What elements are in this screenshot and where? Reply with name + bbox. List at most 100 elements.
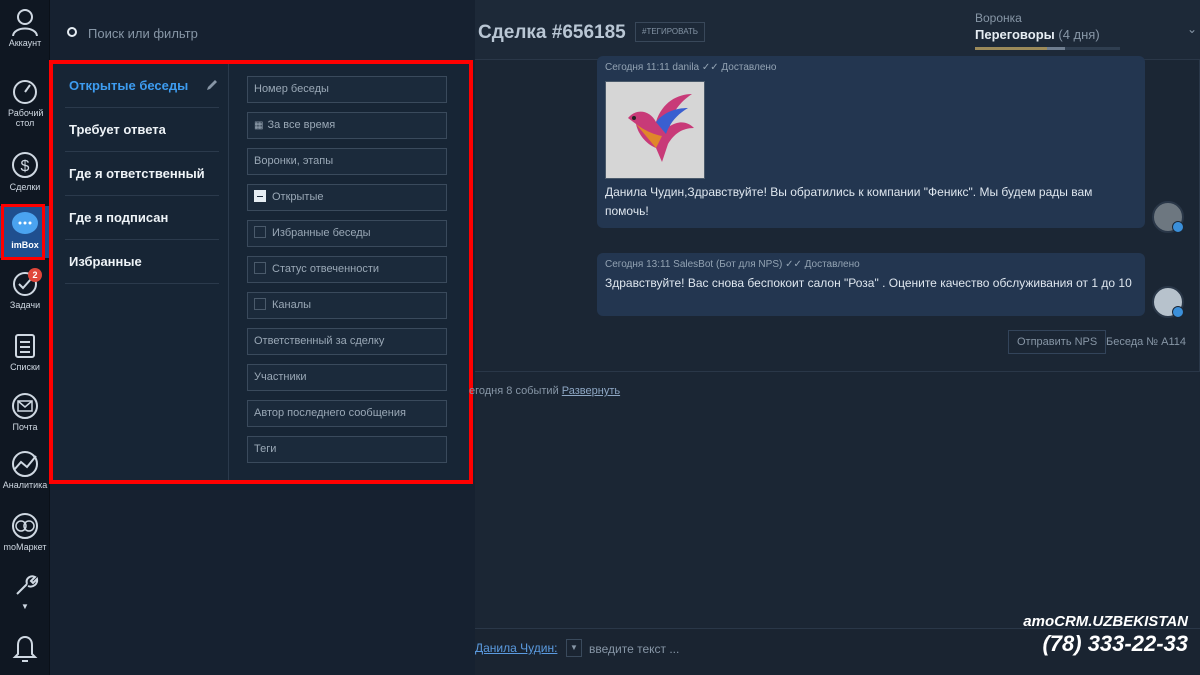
message-meta: Сегодня 13:11 SalesBot (Бот для NPS) ✓✓ … bbox=[605, 259, 860, 270]
telegram-icon bbox=[1172, 306, 1184, 318]
field-conversation-number[interactable]: Номер беседы bbox=[247, 76, 447, 103]
phoenix-bird-image[interactable] bbox=[605, 81, 705, 179]
svg-text:$: $ bbox=[21, 158, 30, 175]
tag-button[interactable]: #ТЕГИРОВАТЬ bbox=[635, 22, 706, 42]
deal-title: Сделка #656185 bbox=[478, 22, 626, 43]
dollar-icon: $ bbox=[12, 152, 38, 178]
nav-label-tasks: Задачи bbox=[9, 300, 41, 310]
nav-analytics[interactable]: Аналитика bbox=[0, 450, 50, 490]
brand-phone: (78) 333-22-33 bbox=[1042, 631, 1188, 656]
nav-mail[interactable]: Почта bbox=[0, 392, 50, 432]
stage-progress bbox=[975, 47, 1120, 50]
field-label: Участники bbox=[254, 371, 307, 383]
field-date-range[interactable]: ▦ За все время bbox=[247, 112, 447, 139]
funnel-days: (4 дня) bbox=[1058, 27, 1100, 42]
checkbox-channels[interactable] bbox=[254, 298, 266, 311]
nav-label-mail: Почта bbox=[12, 422, 38, 432]
field-open[interactable]: Открытые bbox=[247, 184, 447, 211]
nav-label-account: Аккаунт bbox=[8, 38, 42, 48]
preset-list: Открытые беседы Требует ответа Где я отв… bbox=[53, 64, 229, 480]
conversation-number: Беседа № А114 bbox=[1106, 336, 1187, 348]
field-label: Каналы bbox=[272, 299, 312, 311]
list-icon bbox=[15, 334, 35, 358]
field-channels[interactable]: Каналы bbox=[247, 292, 447, 319]
field-label: Избранные беседы bbox=[272, 227, 371, 239]
field-participants[interactable]: Участники bbox=[247, 364, 447, 391]
nav-label-dashboard: Рабочий стол bbox=[8, 108, 44, 128]
wrench-icon bbox=[16, 575, 39, 595]
deal-main: Сделка #656185 #ТЕГИРОВАТЬ Воронка Перег… bbox=[469, 0, 1200, 675]
nav-label-market: moМаркет bbox=[3, 542, 47, 552]
message-bubble: Сегодня 13:11 SalesBot (Бот для NPS) ✓✓ … bbox=[597, 253, 1145, 316]
left-nav: Аккаунт Рабочий стол $ Сделки imBox 2 За… bbox=[0, 0, 50, 675]
telegram-icon bbox=[1172, 221, 1184, 233]
checkbox-reply-status[interactable] bbox=[254, 262, 266, 275]
preset-label: Где я ответственный bbox=[69, 166, 205, 181]
field-last-author[interactable]: Автор последнего сообщения bbox=[247, 400, 447, 427]
preset-label: Требует ответа bbox=[69, 122, 166, 137]
nav-label-lists: Списки bbox=[10, 362, 40, 372]
checkbox-favorite[interactable] bbox=[254, 226, 266, 239]
message-feed: Сегодня 11:11 danila ✓✓ Доставлено Данил… bbox=[475, 56, 1200, 372]
send-nps-button[interactable]: Отправить NPS bbox=[1008, 330, 1107, 354]
field-tags[interactable]: Теги bbox=[247, 436, 447, 463]
filter-highlight-box: Открытые беседы Требует ответа Где я отв… bbox=[49, 60, 473, 484]
funnel-stage[interactable]: Переговоры (4 дня) bbox=[975, 27, 1100, 42]
mail-icon bbox=[12, 393, 38, 419]
analytics-icon bbox=[12, 451, 38, 477]
nav-market[interactable]: moМаркет bbox=[0, 512, 50, 552]
message-bubble: Сегодня 11:11 danila ✓✓ Доставлено Данил… bbox=[597, 56, 1145, 228]
nav-lists[interactable]: Списки bbox=[0, 332, 50, 372]
preset-subscribed[interactable]: Где я подписан bbox=[65, 196, 219, 240]
expand-events-link[interactable]: Развернуть bbox=[562, 385, 620, 397]
preset-label: Открытые беседы bbox=[69, 78, 189, 93]
field-label: Ответственный за сделку bbox=[254, 335, 385, 347]
stage-progress-fill bbox=[975, 47, 1047, 50]
preset-label: Где я подписан bbox=[69, 210, 169, 225]
avatar-danila[interactable] bbox=[1152, 201, 1184, 233]
nav-deals[interactable]: $ Сделки bbox=[0, 150, 50, 192]
brand-name: amoCRM.UZBEKISTAN bbox=[1023, 613, 1188, 630]
nav-dashboard[interactable]: Рабочий стол bbox=[0, 78, 50, 128]
chevron-down-icon[interactable]: ▼ bbox=[566, 639, 582, 657]
market-icon bbox=[12, 513, 38, 539]
account-icon bbox=[12, 9, 38, 36]
dashboard-icon bbox=[13, 80, 37, 104]
nav-notifications[interactable] bbox=[0, 632, 50, 666]
field-label: Автор последнего сообщения bbox=[254, 407, 406, 419]
recipient-name[interactable]: Данила Чудин: bbox=[475, 641, 557, 655]
nav-account[interactable]: Аккаунт bbox=[0, 0, 50, 62]
preset-label: Избранные bbox=[69, 254, 142, 269]
events-text: егодня 8 событий bbox=[469, 385, 559, 397]
message-input[interactable] bbox=[587, 639, 787, 659]
chevron-down-icon[interactable]: ⌄ bbox=[1187, 22, 1197, 36]
preset-needs-reply[interactable]: Требует ответа bbox=[65, 108, 219, 152]
brand-watermark: amoCRM.UZBEKISTAN (78) 333-22-33 bbox=[1023, 613, 1188, 657]
field-reply-status[interactable]: Статус отвеченности bbox=[247, 256, 447, 283]
nav-label-deals: Сделки bbox=[9, 182, 41, 192]
nav-label-analytics: Аналитика bbox=[2, 480, 48, 490]
preset-open-conversations[interactable]: Открытые беседы bbox=[65, 64, 219, 108]
stage-progress-current bbox=[1046, 47, 1065, 50]
nav-highlight-box bbox=[1, 204, 45, 260]
bell-icon bbox=[12, 635, 38, 662]
funnel-stage-name: Переговоры bbox=[975, 27, 1055, 42]
field-label: За все время bbox=[267, 119, 336, 131]
message-meta: Сегодня 11:11 danila ✓✓ Доставлено bbox=[605, 62, 777, 73]
chevron-down-icon[interactable]: ▼ bbox=[0, 602, 50, 612]
nav-settings[interactable]: ▼ bbox=[0, 572, 50, 612]
nav-tasks[interactable]: 2 Задачи bbox=[0, 268, 50, 310]
checkbox-open[interactable] bbox=[254, 190, 266, 203]
message-text: Здравствуйте! Вас снова беспокоит салон … bbox=[605, 276, 1132, 290]
search-icon bbox=[67, 27, 77, 37]
avatar-bot[interactable] bbox=[1152, 286, 1184, 318]
field-favorite-conversations[interactable]: Избранные беседы bbox=[247, 220, 447, 247]
field-label: Статус отвеченности bbox=[272, 263, 380, 275]
preset-favorites[interactable]: Избранные bbox=[65, 240, 219, 284]
search-input[interactable] bbox=[86, 22, 386, 44]
field-deal-responsible[interactable]: Ответственный за сделку bbox=[247, 328, 447, 355]
field-label: Теги bbox=[254, 443, 277, 455]
pencil-icon[interactable] bbox=[205, 78, 219, 92]
preset-responsible[interactable]: Где я ответственный bbox=[65, 152, 219, 196]
field-pipelines[interactable]: Воронки, этапы bbox=[247, 148, 447, 175]
